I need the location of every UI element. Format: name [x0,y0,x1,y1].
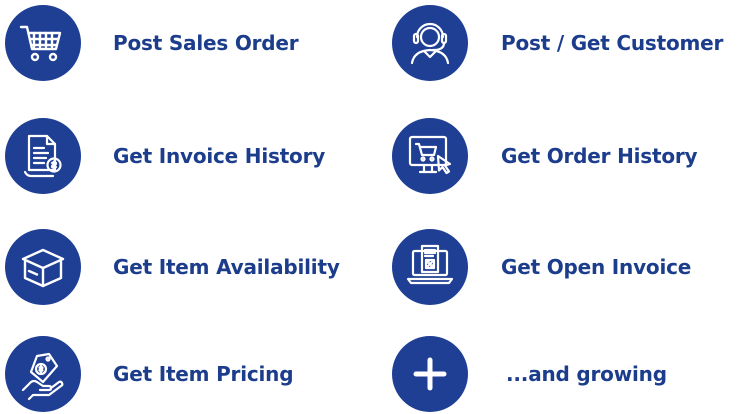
plus-icon [392,336,468,412]
feature-get-order-history: Get Order History [392,118,698,194]
feature-post-get-customer: Post / Get Customer [392,5,723,81]
feature-get-item-pricing: Get Item Pricing [5,336,294,412]
monitor-cart-icon [392,118,468,194]
hand-price-tag-icon [5,336,81,412]
invoice-history-icon [5,118,81,194]
box-icon [5,229,81,305]
feature-get-item-availability: Get Item Availability [5,229,340,305]
feature-label: Get Item Availability [113,255,340,279]
feature-label: Post / Get Customer [501,31,724,55]
feature-label: Get Invoice History [113,144,326,168]
shopping-cart-icon [5,5,81,81]
feature-label: Get Item Pricing [113,362,294,386]
feature-label: Get Open Invoice [501,255,692,279]
feature-label: ...and growing [506,362,667,386]
feature-get-invoice-history: Get Invoice History [5,118,325,194]
feature-and-growing: ...and growing [392,336,667,412]
headset-agent-icon [392,5,468,81]
feature-label: Get Order History [501,144,698,168]
feature-post-sales-order: Post Sales Order [5,5,299,81]
feature-label: Post Sales Order [113,31,299,55]
feature-get-open-invoice: Get Open Invoice [392,229,691,305]
laptop-invoice-icon [392,229,468,305]
